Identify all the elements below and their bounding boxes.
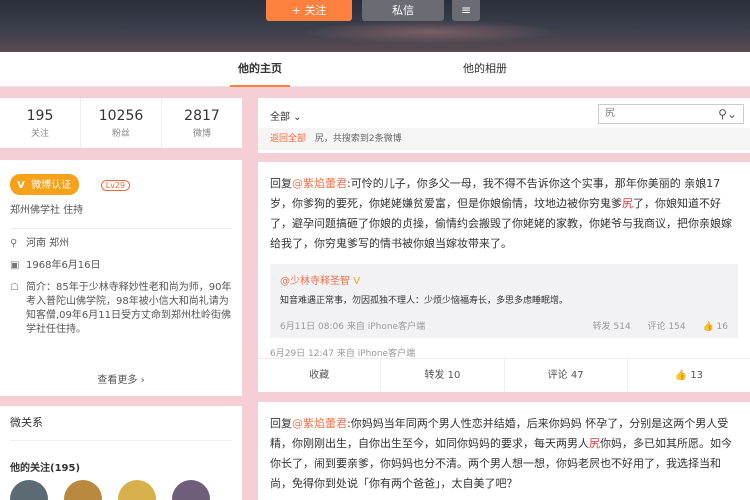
search-highlight: 尻 bbox=[622, 197, 633, 210]
like-button[interactable]: 👍 13 bbox=[628, 359, 750, 392]
view-more-link[interactable]: 查看更多 › bbox=[0, 371, 242, 386]
stat-posts[interactable]: 2817 微博 bbox=[162, 98, 242, 148]
quoted-author[interactable]: @少林寺释圣智 V bbox=[280, 272, 728, 287]
verified-v-icon: V bbox=[353, 276, 361, 287]
stat-posts-value: 2817 bbox=[184, 108, 220, 124]
search-query: 尻 bbox=[605, 108, 615, 119]
bio-row: ☖ 简介：85年于少林寺释妙性老和尚为师，90年考入普陀山佛学院，98年被小信大… bbox=[10, 281, 232, 337]
quoted-actions: 转发 514 评论 154 👍 16 bbox=[579, 319, 728, 332]
birthday-row: ▣ 1968年6月16日 bbox=[10, 259, 232, 273]
quoted-time: 6月11日 08:06 来自 iPhone客户端 bbox=[280, 322, 426, 332]
more-menu-button[interactable]: ≡ bbox=[452, 0, 480, 21]
search-icon[interactable]: ⚲⌄ bbox=[718, 105, 737, 123]
follow-button[interactable]: + 关注 bbox=[266, 0, 352, 21]
search-result-text: 尻，共搜索到2条微博 bbox=[314, 134, 402, 144]
bio-text: 简介：85年于少林寺释妙性老和尚为师，90年考入普陀山佛学院，98年被小信大和尚… bbox=[26, 282, 232, 335]
profile-info-panel: V 微博认证 Lv29 郑州佛学社 住持 ⚲ 河南 郑州 ▣ 1968年6月16… bbox=[0, 160, 242, 396]
quoted-text: 知音难遇正常事，勿因孤独不理人：少烦少恼福寿长，多思多虑睡眠增。 bbox=[280, 296, 569, 306]
profile-tabs: 他的主页 他的相册 bbox=[0, 52, 750, 87]
relations-panel: 微关系 他的关注(195) bbox=[0, 406, 242, 500]
verified-v-icon: V bbox=[17, 180, 25, 191]
stat-following-value: 195 bbox=[26, 108, 54, 124]
stats-panel: 195 关注 10256 粉丝 2817 微博 bbox=[0, 98, 242, 148]
bio-icon: ☖ bbox=[10, 282, 19, 293]
quoted-comment[interactable]: 评论 154 bbox=[648, 322, 686, 332]
collect-button[interactable]: 收藏 bbox=[258, 359, 382, 392]
post-actions: 收藏 转发 10 评论 47 👍 13 bbox=[258, 358, 750, 392]
location-row: ⚲ 河南 郑州 bbox=[10, 237, 232, 251]
birthday-text: 1968年6月16日 bbox=[26, 260, 101, 271]
mention-link[interactable]: @紫焰蕾君 bbox=[292, 177, 347, 190]
level-badge[interactable]: Lv29 bbox=[100, 179, 131, 191]
reply-prefix: 回复 bbox=[270, 177, 292, 190]
cover-banner: + 关注 私信 ≡ bbox=[0, 0, 750, 52]
verified-badge-label: 微博认证 bbox=[31, 180, 72, 191]
back-to-all-link[interactable]: 返回全部 bbox=[270, 134, 306, 144]
stat-followers-value: 10256 bbox=[98, 108, 144, 124]
quoted-post[interactable]: @少林寺释圣智 V 知音难遇正常事，勿因孤独不理人：少烦少恼福寿长，多思多虑睡眠… bbox=[270, 264, 738, 338]
message-button[interactable]: 私信 bbox=[362, 0, 444, 21]
cover-light-streak bbox=[300, 20, 560, 44]
stat-posts-label: 微博 bbox=[192, 129, 211, 139]
post-card: 回复@紫焰蕾君:可怜的儿子，你多父一母，我不得不告诉你这个实事，那年你美丽的 亲… bbox=[258, 162, 750, 392]
verified-description: 郑州佛学社 住持 bbox=[10, 201, 232, 229]
tab-home[interactable]: 他的主页 bbox=[230, 52, 290, 87]
quoted-author-name: @少林寺释圣智 bbox=[280, 276, 350, 287]
verified-badge[interactable]: V 微博认证 bbox=[10, 174, 80, 195]
birthday-icon: ▣ bbox=[10, 260, 20, 271]
following-title[interactable]: 他的关注(195) bbox=[10, 459, 232, 474]
location-text: 河南 郑州 bbox=[26, 238, 70, 249]
location-icon: ⚲ bbox=[10, 238, 18, 249]
post-card: 回复@紫焰蕾君:你妈妈当年同两个男人性恋并结婚，后来你妈妈 怀孕了，分别是这两个… bbox=[258, 402, 750, 500]
tab-photos[interactable]: 他的相册 bbox=[455, 52, 515, 87]
stat-followers[interactable]: 10256 粉丝 bbox=[81, 98, 162, 148]
search-input[interactable]: 尻 ⚲⌄ bbox=[598, 104, 744, 124]
stat-following[interactable]: 195 关注 bbox=[0, 98, 81, 148]
repost-button[interactable]: 转发 10 bbox=[381, 359, 505, 392]
stat-followers-label: 粉丝 bbox=[111, 129, 130, 139]
following-avatars bbox=[10, 480, 232, 500]
reply-prefix: 回复 bbox=[270, 417, 292, 430]
avatar[interactable] bbox=[172, 480, 210, 500]
search-panel: 全部 ⌄ 尻 ⚲⌄ 返回全部 尻，共搜索到2条微博 bbox=[258, 98, 750, 153]
avatar[interactable] bbox=[10, 480, 48, 500]
search-highlight: 尻 bbox=[589, 437, 600, 450]
avatar[interactable] bbox=[118, 480, 156, 500]
post-text: 回复@紫焰蕾君:你妈妈当年同两个男人性恋并结婚，后来你妈妈 怀孕了，分别是这两个… bbox=[270, 414, 738, 494]
avatar[interactable] bbox=[64, 480, 102, 500]
quoted-like[interactable]: 👍 16 bbox=[702, 322, 728, 332]
relations-title: 微关系 bbox=[10, 414, 232, 441]
stat-following-label: 关注 bbox=[30, 129, 49, 139]
quoted-repost[interactable]: 转发 514 bbox=[593, 322, 631, 332]
post-text: 回复@紫焰蕾君:可怜的儿子，你多父一母，我不得不告诉你这个实事，那年你美丽的 亲… bbox=[270, 174, 738, 254]
comment-button[interactable]: 评论 47 bbox=[505, 359, 628, 392]
filter-dropdown[interactable]: 全部 ⌄ bbox=[270, 108, 302, 123]
search-result-bar: 返回全部 尻，共搜索到2条微博 bbox=[258, 128, 750, 150]
mention-link[interactable]: @紫焰蕾君 bbox=[292, 417, 347, 430]
